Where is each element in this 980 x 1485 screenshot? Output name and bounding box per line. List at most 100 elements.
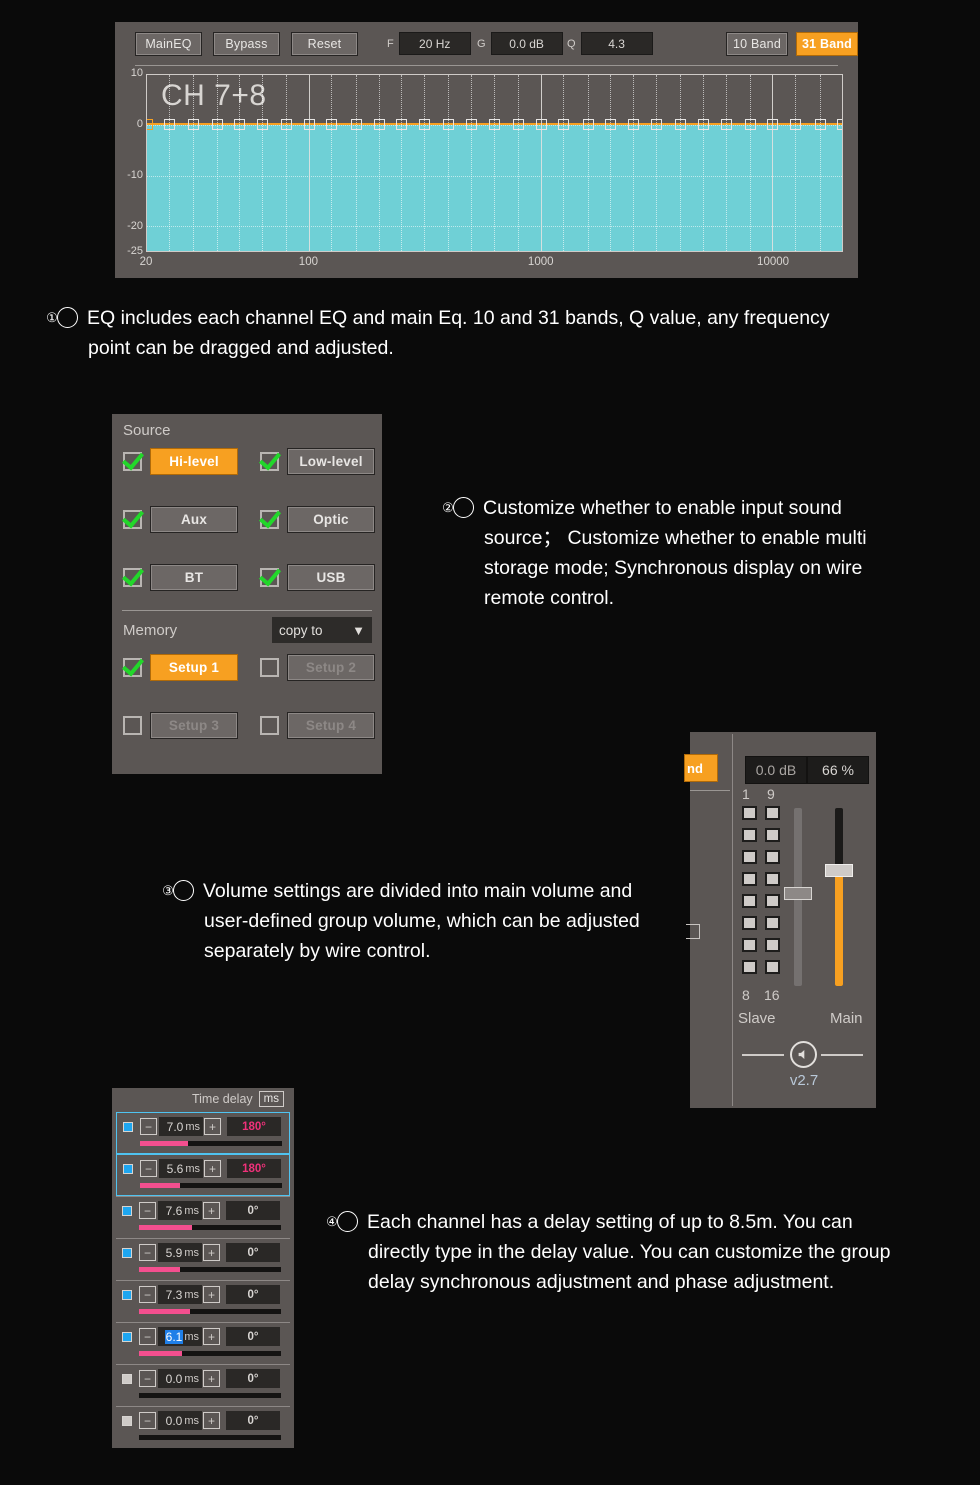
reset-button[interactable]: Reset <box>291 32 358 56</box>
decrement-button[interactable]: − <box>139 1328 156 1345</box>
decrement-button[interactable]: − <box>140 1160 157 1177</box>
slave-channel-button[interactable] <box>742 850 757 864</box>
delay-slider-track[interactable] <box>139 1309 281 1314</box>
eq-band-node[interactable] <box>187 119 199 131</box>
slave-channel-button[interactable] <box>765 960 780 974</box>
eq-band-node[interactable] <box>789 119 801 131</box>
channel-enable-indicator[interactable] <box>122 1290 132 1300</box>
eq-band-node[interactable] <box>326 119 338 131</box>
source-button[interactable]: Aux <box>150 506 238 533</box>
volume-db-readout[interactable]: 0.0 dB <box>745 756 807 784</box>
time-delay-row[interactable]: −6.1 ms +0° <box>116 1322 290 1364</box>
slave-channel-button[interactable] <box>742 894 757 908</box>
eq-band-node[interactable] <box>744 119 756 131</box>
time-delay-row[interactable]: −7.3 ms +0° <box>116 1280 290 1322</box>
q-input[interactable]: 4.3 <box>580 32 653 55</box>
copy-to-dropdown[interactable]: copy to ▼ <box>272 617 372 643</box>
eq-band-node[interactable] <box>465 119 477 131</box>
increment-button[interactable]: + <box>204 1118 221 1135</box>
memory-button[interactable]: Setup 1 <box>150 654 238 681</box>
decrement-button[interactable]: − <box>140 1118 157 1135</box>
delay-slider-track[interactable] <box>139 1225 281 1230</box>
eq-band-node[interactable] <box>443 119 455 131</box>
band-31-button[interactable]: 31 Band <box>796 32 858 56</box>
delay-value-input[interactable]: 6.1 ms <box>158 1327 202 1346</box>
time-delay-row[interactable]: −0.0 ms +0° <box>116 1364 290 1406</box>
increment-button[interactable]: + <box>203 1412 220 1429</box>
time-delay-row[interactable]: −7.6 ms +0° <box>116 1196 290 1238</box>
delay-value-input[interactable]: 7.6 ms <box>158 1201 202 1220</box>
memory-item-setup-1[interactable]: Setup 1 <box>123 654 238 681</box>
increment-button[interactable]: + <box>203 1202 220 1219</box>
eq-band-node[interactable] <box>582 119 594 131</box>
eq-band-node[interactable] <box>211 119 223 131</box>
eq-band-node[interactable] <box>303 119 315 131</box>
eq-band-node[interactable] <box>558 119 570 131</box>
eq-plot-area[interactable]: CH 7+8 <box>146 74 843 252</box>
source-button[interactable]: USB <box>287 564 375 591</box>
delay-value-input[interactable]: 5.6 ms <box>159 1159 203 1178</box>
slave-channel-grid[interactable] <box>742 806 786 984</box>
slave-channel-button[interactable] <box>742 806 757 820</box>
eq-band-node[interactable] <box>767 119 779 131</box>
eq-band-node[interactable] <box>373 119 385 131</box>
band-10-button[interactable]: 10 Band <box>726 32 788 56</box>
channel-enable-indicator[interactable] <box>123 1122 133 1132</box>
increment-button[interactable]: + <box>203 1244 220 1261</box>
increment-button[interactable]: + <box>204 1160 221 1177</box>
source-item-low-level[interactable]: Low-level <box>260 448 375 475</box>
memory-button[interactable]: Setup 3 <box>150 712 238 739</box>
eq-band-node[interactable] <box>164 119 176 131</box>
memory-button[interactable]: Setup 2 <box>287 654 375 681</box>
eq-band-node[interactable] <box>419 119 431 131</box>
decrement-button[interactable]: − <box>139 1370 156 1387</box>
memory-item-setup-2[interactable]: Setup 2 <box>260 654 375 681</box>
delay-value-input[interactable]: 0.0 ms <box>158 1369 202 1388</box>
delay-value-input[interactable]: 0.0 ms <box>158 1411 202 1430</box>
checkbox-icon[interactable] <box>123 568 142 587</box>
eq-band-node[interactable] <box>489 119 501 131</box>
eq-band-node[interactable] <box>281 119 293 131</box>
time-delay-row[interactable]: −5.9 ms +0° <box>116 1238 290 1280</box>
eq-band-node[interactable] <box>234 119 246 131</box>
checkbox-icon[interactable] <box>123 510 142 529</box>
slave-channel-button[interactable] <box>765 828 780 842</box>
delay-slider-track[interactable] <box>139 1435 281 1440</box>
time-delay-row[interactable]: −0.0 ms +0° <box>116 1406 290 1448</box>
eq-band-node[interactable] <box>147 119 153 131</box>
delay-slider-track[interactable] <box>139 1393 281 1398</box>
checkbox-icon[interactable] <box>123 658 142 677</box>
channel-enable-indicator[interactable] <box>122 1206 132 1216</box>
decrement-button[interactable]: − <box>139 1412 156 1429</box>
slave-channel-button[interactable] <box>765 872 780 886</box>
checkbox-icon[interactable] <box>123 452 142 471</box>
decrement-button[interactable]: − <box>139 1244 156 1261</box>
main-volume-thumb[interactable] <box>825 864 853 877</box>
delay-value-input[interactable]: 7.0 ms <box>159 1117 203 1136</box>
slave-channel-button[interactable] <box>742 916 757 930</box>
slave-channel-button[interactable] <box>765 938 780 952</box>
eq-band-node[interactable] <box>627 119 639 131</box>
source-item-hi-level[interactable]: Hi-level <box>123 448 238 475</box>
slave-channel-button[interactable] <box>765 916 780 930</box>
phase-button[interactable]: 0° <box>226 1369 280 1388</box>
slave-channel-button[interactable] <box>742 828 757 842</box>
slave-channel-button[interactable] <box>742 960 757 974</box>
source-item-optic[interactable]: Optic <box>260 506 375 533</box>
eq-band-node[interactable] <box>651 119 663 131</box>
main-eq-button[interactable]: MainEQ <box>135 32 202 56</box>
eq-band-node[interactable] <box>605 119 617 131</box>
speaker-icon[interactable] <box>790 1041 817 1068</box>
volume-percent-readout[interactable]: 66 % <box>807 756 869 784</box>
channel-enable-indicator[interactable] <box>123 1164 133 1174</box>
phase-button[interactable]: 0° <box>226 1201 280 1220</box>
gain-input[interactable]: 0.0 dB <box>490 32 563 55</box>
slave-channel-button[interactable] <box>765 850 780 864</box>
channel-enable-indicator[interactable] <box>122 1332 132 1342</box>
eq-band-node[interactable] <box>513 119 525 131</box>
source-button[interactable]: Hi-level <box>150 448 238 475</box>
eq-band-node[interactable] <box>396 119 408 131</box>
phase-button[interactable]: 0° <box>226 1285 280 1304</box>
source-button[interactable]: BT <box>150 564 238 591</box>
decrement-button[interactable]: − <box>139 1286 156 1303</box>
